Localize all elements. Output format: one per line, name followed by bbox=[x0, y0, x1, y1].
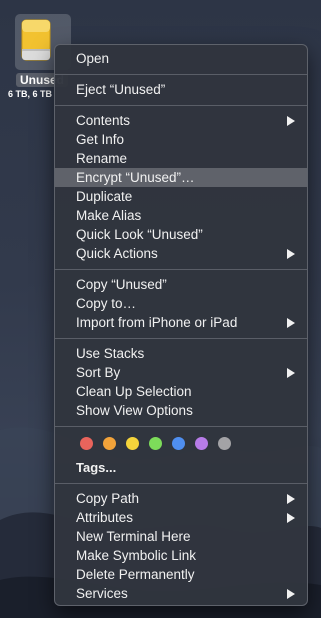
menu-item-show-view-options[interactable]: Show View Options bbox=[55, 401, 307, 420]
menu-item-copy-to[interactable]: Copy to… bbox=[55, 294, 307, 313]
menu-item-label: Quick Actions bbox=[76, 246, 158, 261]
menu-item-services[interactable]: Services bbox=[55, 584, 307, 603]
menu-separator bbox=[55, 105, 307, 106]
tag-color-yellow[interactable] bbox=[126, 437, 139, 450]
menu-item-label: Import from iPhone or iPad bbox=[76, 315, 238, 330]
menu-item-sort-by[interactable]: Sort By bbox=[55, 363, 307, 382]
menu-item-open[interactable]: Open bbox=[55, 49, 307, 68]
menu-item-label: Make Symbolic Link bbox=[76, 548, 197, 563]
tag-color-gray[interactable] bbox=[218, 437, 231, 450]
menu-item-get-info[interactable]: Get Info bbox=[55, 130, 307, 149]
tag-color-purple[interactable] bbox=[195, 437, 208, 450]
menu-item-label: Encrypt “Unused”… bbox=[76, 170, 195, 185]
submenu-arrow-icon bbox=[287, 368, 295, 378]
menu-item-clean-up-selection[interactable]: Clean Up Selection bbox=[55, 382, 307, 401]
menu-item-delete-permanently[interactable]: Delete Permanently bbox=[55, 565, 307, 584]
tags-menu-item[interactable]: Tags... bbox=[76, 458, 116, 477]
tag-color-orange[interactable] bbox=[103, 437, 116, 450]
tag-color-blue[interactable] bbox=[172, 437, 185, 450]
menu-item-label: Get Info bbox=[76, 132, 125, 147]
menu-item-make-symbolic-link[interactable]: Make Symbolic Link bbox=[55, 546, 307, 565]
menu-item-import-from-iphone-or-ipad[interactable]: Import from iPhone or iPad bbox=[55, 313, 307, 332]
menu-item-make-alias[interactable]: Make Alias bbox=[55, 206, 307, 225]
menu-separator bbox=[55, 74, 307, 75]
external-drive-icon[interactable] bbox=[21, 19, 51, 61]
menu-item-new-terminal-here[interactable]: New Terminal Here bbox=[55, 527, 307, 546]
menu-item-label: Quick Look “Unused” bbox=[76, 227, 203, 242]
menu-item-label: Duplicate bbox=[76, 189, 133, 204]
menu-item-duplicate[interactable]: Duplicate bbox=[55, 187, 307, 206]
menu-item-label: Clean Up Selection bbox=[76, 384, 192, 399]
submenu-arrow-icon bbox=[287, 116, 295, 126]
menu-separator bbox=[55, 269, 307, 270]
tag-color-red[interactable] bbox=[80, 437, 93, 450]
menu-item-eject-unused[interactable]: Eject “Unused” bbox=[55, 80, 307, 99]
submenu-arrow-icon bbox=[287, 513, 295, 523]
desktop: Unused 6 TB, 6 TB Open Eject “Unused” Cont… bbox=[0, 0, 321, 618]
menu-item-label: Open bbox=[76, 51, 110, 66]
menu-item-label: Copy “Unused” bbox=[76, 277, 167, 292]
menu-item-quick-look-unused[interactable]: Quick Look “Unused” bbox=[55, 225, 307, 244]
menu-item-label: Copy Path bbox=[76, 491, 140, 506]
menu-item-label: Delete Permanently bbox=[76, 567, 195, 582]
menu-item-label: Copy to… bbox=[76, 296, 137, 311]
menu-item-label: Services bbox=[76, 586, 128, 601]
menu-item-contents[interactable]: Contents bbox=[55, 111, 307, 130]
menu-item-label: Make Alias bbox=[76, 208, 142, 223]
submenu-arrow-icon bbox=[287, 589, 295, 599]
menu-item-copy-path[interactable]: Copy Path bbox=[55, 489, 307, 508]
menu-item-use-stacks[interactable]: Use Stacks bbox=[55, 344, 307, 363]
submenu-arrow-icon bbox=[287, 494, 295, 504]
menu-item-rename[interactable]: Rename bbox=[55, 149, 307, 168]
menu-item-label: Rename bbox=[76, 151, 128, 166]
menu-item-attributes[interactable]: Attributes bbox=[55, 508, 307, 527]
context-menu: Open Eject “Unused” Contents Get Info Rename… bbox=[54, 44, 308, 606]
menu-separator bbox=[55, 338, 307, 339]
menu-item-label: Show View Options bbox=[76, 403, 193, 418]
menu-item-label: Use Stacks bbox=[76, 346, 145, 361]
submenu-arrow-icon bbox=[287, 318, 295, 328]
tag-color-green[interactable] bbox=[149, 437, 162, 450]
drive-capacity-label: 6 TB, 6 TB bbox=[8, 89, 53, 99]
menu-item-label: Contents bbox=[76, 113, 131, 128]
menu-item-encrypt-unused[interactable]: Encrypt “Unused”… bbox=[55, 168, 307, 187]
menu-item-quick-actions[interactable]: Quick Actions bbox=[55, 244, 307, 263]
menu-item-label: Eject “Unused” bbox=[76, 82, 166, 97]
menu-item-label: Attributes bbox=[76, 510, 134, 525]
menu-item-label: Sort By bbox=[76, 365, 121, 380]
menu-item-label: New Terminal Here bbox=[76, 529, 191, 544]
menu-item-copy-unused[interactable]: Copy “Unused” bbox=[55, 275, 307, 294]
menu-separator bbox=[55, 483, 307, 484]
menu-separator bbox=[55, 426, 307, 427]
submenu-arrow-icon bbox=[287, 249, 295, 259]
